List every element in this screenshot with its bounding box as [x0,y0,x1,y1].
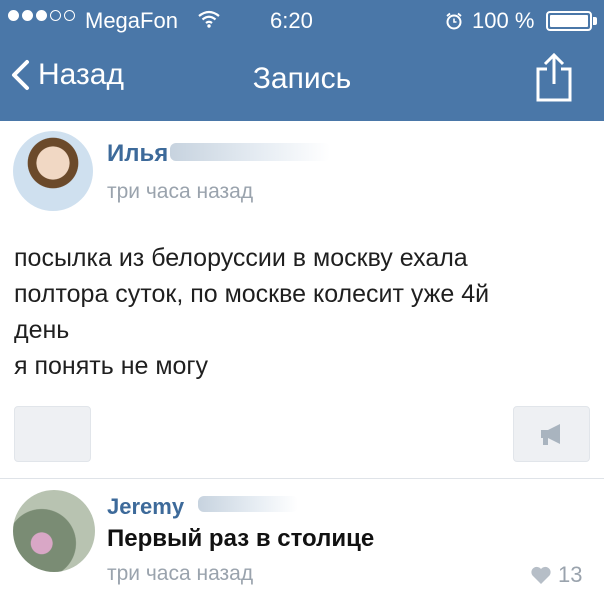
post-body: посылка из белоруссии в москву ехала пол… [14,240,589,384]
navigation-bar: Назад Запись [0,40,604,121]
carrier-name: MegaFon [85,8,178,33]
redacted-surname [198,496,298,512]
post-line: день [14,316,70,344]
post-timestamp: три часа назад [107,180,254,203]
alarm-clock-icon [445,10,463,36]
battery-icon [546,11,592,31]
comment-author-name[interactable]: Jeremy [107,494,184,520]
post-line: полтора суток, по москве колесит уже 4й [14,280,490,308]
page-title: Запись [252,62,352,95]
commenter-avatar[interactable] [13,490,95,572]
comment-like-button[interactable]: 13 [530,562,582,588]
status-bar: MegaFon 6:20 100 % [0,0,604,40]
share-icon[interactable] [532,52,576,108]
battery-percent: 100 % [472,8,535,33]
post-author-name[interactable]: Илья [107,140,168,168]
redacted-surname [170,143,330,161]
megaphone-icon [540,424,560,445]
divider [0,478,604,479]
comment-text: Первый раз в столице [107,525,375,552]
signal-dots-icon [8,10,75,21]
post-line: я понять не могу [14,352,209,380]
post-line: посылка из белоруссии в москву ехала [14,244,468,272]
wifi-icon [198,8,220,34]
repost-button[interactable] [513,406,590,462]
comment-timestamp: три часа назад [107,562,254,585]
status-time: 6:20 [270,8,313,33]
like-button[interactable] [14,406,91,462]
author-avatar[interactable] [13,131,93,211]
top-bar: MegaFon 6:20 100 % Назад Запись [0,0,604,121]
like-count: 13 [558,562,583,587]
heart-icon [531,566,551,584]
